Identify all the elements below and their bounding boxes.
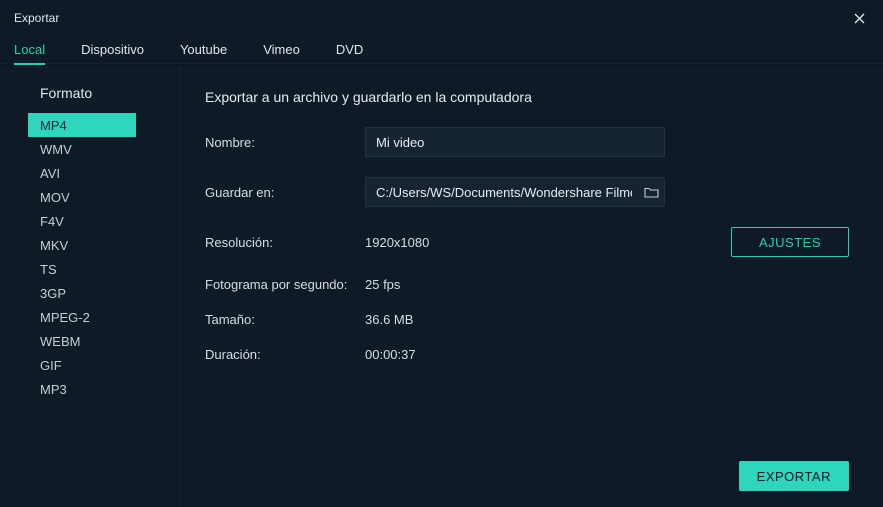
resolution-value: 1920x1080 bbox=[365, 235, 429, 250]
format-webm[interactable]: WEBM bbox=[28, 329, 180, 353]
format-mpeg2[interactable]: MPEG-2 bbox=[28, 305, 180, 329]
duration-label: Duración: bbox=[205, 347, 365, 362]
size-label: Tamaño: bbox=[205, 312, 365, 327]
fps-value: 25 fps bbox=[365, 277, 400, 292]
tab-local[interactable]: Local bbox=[14, 36, 45, 64]
fps-label: Fotograma por segundo: bbox=[205, 277, 365, 292]
row-resolution: Resolución: 1920x1080 AJUSTES bbox=[205, 227, 849, 257]
export-button[interactable]: EXPORTAR bbox=[739, 461, 849, 491]
format-avi[interactable]: AVI bbox=[28, 161, 180, 185]
body: Formato MP4 WMV AVI MOV F4V MKV TS 3GP M… bbox=[0, 64, 883, 507]
format-f4v[interactable]: F4V bbox=[28, 209, 180, 233]
main-heading: Exportar a un archivo y guardarlo en la … bbox=[205, 89, 849, 105]
format-mkv[interactable]: MKV bbox=[28, 233, 180, 257]
row-save: Guardar en: bbox=[205, 177, 849, 207]
titlebar: Exportar bbox=[0, 0, 883, 36]
window-title: Exportar bbox=[14, 11, 59, 25]
size-value: 36.6 MB bbox=[365, 312, 413, 327]
tab-dvd[interactable]: DVD bbox=[336, 36, 363, 64]
settings-button[interactable]: AJUSTES bbox=[731, 227, 849, 257]
tab-dispositivo[interactable]: Dispositivo bbox=[81, 36, 144, 64]
row-duration: Duración: 00:00:37 bbox=[205, 347, 849, 362]
format-3gp[interactable]: 3GP bbox=[28, 281, 180, 305]
row-fps: Fotograma por segundo: 25 fps bbox=[205, 277, 849, 292]
format-ts[interactable]: TS bbox=[28, 257, 180, 281]
row-name: Nombre: bbox=[205, 127, 849, 157]
folder-icon bbox=[644, 186, 659, 199]
resolution-label: Resolución: bbox=[205, 235, 365, 250]
save-path-input[interactable] bbox=[366, 178, 638, 206]
footer: EXPORTAR bbox=[205, 451, 849, 491]
close-icon bbox=[854, 13, 865, 24]
duration-value: 00:00:37 bbox=[365, 347, 416, 362]
name-input[interactable] bbox=[365, 127, 665, 157]
format-mp3[interactable]: MP3 bbox=[28, 377, 180, 401]
format-mp4[interactable]: MP4 bbox=[28, 113, 136, 137]
tab-vimeo[interactable]: Vimeo bbox=[263, 36, 300, 64]
tab-bar: Local Dispositivo Youtube Vimeo DVD bbox=[0, 36, 883, 64]
export-window: Exportar Local Dispositivo Youtube Vimeo… bbox=[0, 0, 883, 507]
main-panel: Exportar a un archivo y guardarlo en la … bbox=[181, 65, 883, 507]
row-size: Tamaño: 36.6 MB bbox=[205, 312, 849, 327]
sidebar-title: Formato bbox=[40, 85, 180, 101]
format-mov[interactable]: MOV bbox=[28, 185, 180, 209]
name-label: Nombre: bbox=[205, 135, 365, 150]
close-button[interactable] bbox=[850, 9, 869, 28]
save-label: Guardar en: bbox=[205, 185, 365, 200]
sidebar: Formato MP4 WMV AVI MOV F4V MKV TS 3GP M… bbox=[0, 65, 180, 507]
tab-youtube[interactable]: Youtube bbox=[180, 36, 227, 64]
save-path-wrap bbox=[365, 177, 665, 207]
format-list: MP4 WMV AVI MOV F4V MKV TS 3GP MPEG-2 WE… bbox=[28, 113, 180, 401]
format-gif[interactable]: GIF bbox=[28, 353, 180, 377]
format-wmv[interactable]: WMV bbox=[28, 137, 180, 161]
browse-button[interactable] bbox=[638, 178, 664, 206]
